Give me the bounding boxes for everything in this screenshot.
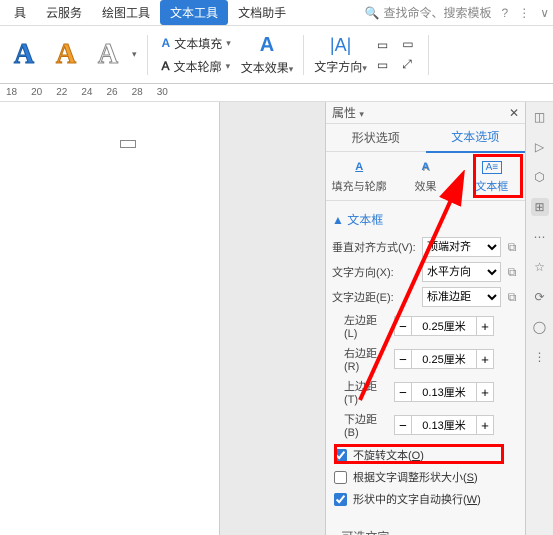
section-alt-text[interactable]: ▸ 可选文字 <box>332 524 519 535</box>
side-icon-9[interactable]: ⋮ <box>531 348 549 366</box>
chevron-icon[interactable]: ∨ <box>540 6 549 20</box>
more-icon[interactable]: ⋮ <box>518 6 530 20</box>
side-icon-4[interactable]: ⊞ <box>531 198 549 216</box>
close-icon[interactable]: ✕ <box>509 106 519 120</box>
page <box>0 102 220 535</box>
mr-minus[interactable]: − <box>394 349 412 369</box>
margin-label: 文字边距(E): <box>332 289 418 305</box>
ribbon-icon-2[interactable]: ▭ <box>373 56 392 74</box>
side-icon-7[interactable]: ⟳ <box>531 288 549 306</box>
side-icon-6[interactable]: ☆ <box>531 258 549 276</box>
tab-doc-helper[interactable]: 文档助手 <box>228 0 296 25</box>
mt-input[interactable] <box>412 382 476 402</box>
wordart-style-2[interactable]: A <box>48 33 84 77</box>
mb-input[interactable] <box>412 415 476 435</box>
ml-input[interactable] <box>412 316 476 336</box>
tab-text-options[interactable]: 文本选项 <box>426 122 526 153</box>
ml-plus[interactable]: + <box>476 316 494 336</box>
panel-title: 属性 ▾ <box>332 104 364 121</box>
margin-select[interactable]: 标准边距 <box>422 287 501 307</box>
tab-shape-options[interactable]: 形状选项 <box>326 123 426 152</box>
wordart-style-3[interactable]: A <box>90 33 126 77</box>
section-textbox[interactable]: ▲ 文本框 <box>332 207 519 232</box>
mt-plus[interactable]: + <box>476 382 494 402</box>
text-fill-button[interactable]: A文本填充▾ <box>158 33 235 54</box>
ruler: 18202224262830 <box>0 84 553 102</box>
expand-icon[interactable]: ⧉ <box>505 290 519 305</box>
text-effect-button[interactable]: A 文本效果▾ <box>241 34 294 76</box>
valign-label: 垂直对齐方式(V): <box>332 239 418 255</box>
wordart-style-1[interactable]: A <box>6 33 42 77</box>
ribbon-icon-3[interactable]: ▭ <box>398 35 417 53</box>
expand-icon[interactable]: ⧉ <box>505 240 519 255</box>
side-icon-8[interactable]: ◯ <box>531 318 549 336</box>
expand-icon[interactable]: ⧉ <box>505 265 519 280</box>
wrap-checkbox[interactable] <box>334 493 347 506</box>
tab-text-tools[interactable]: 文本工具 <box>160 0 228 25</box>
wrap-checkbox-row[interactable]: 形状中的文字自动换行(W) <box>332 488 519 510</box>
document-canvas[interactable] <box>0 102 325 535</box>
selection-handle[interactable] <box>120 140 136 148</box>
mb-label: 下边距(B) <box>332 411 390 439</box>
ribbon-icon-1[interactable]: ▭ <box>373 36 392 54</box>
tab-cloud[interactable]: 云服务 <box>36 0 92 25</box>
mt-minus[interactable]: − <box>394 382 412 402</box>
tab-drawing-tools[interactable]: 绘图工具 <box>92 0 160 25</box>
resize-shape-checkbox[interactable] <box>334 471 347 484</box>
search-icon: 🔍 <box>365 6 380 20</box>
mode-effect[interactable]: A效果 <box>392 152 458 200</box>
side-icon-1[interactable]: ◫ <box>531 108 549 126</box>
mr-plus[interactable]: + <box>476 349 494 369</box>
mr-input[interactable] <box>412 349 476 369</box>
search-placeholder: 查找命令、搜索模板 <box>384 4 492 21</box>
text-outline-button[interactable]: A文本轮廓▾ <box>158 56 235 77</box>
mode-fill-outline[interactable]: A填充与轮廓 <box>326 152 392 200</box>
mb-plus[interactable]: + <box>476 415 494 435</box>
valign-select[interactable]: 顶端对齐 <box>422 237 501 257</box>
side-icon-5[interactable]: ⋯ <box>531 228 549 246</box>
mt-label: 上边距(T) <box>332 378 390 406</box>
text-direction-button[interactable]: |A| 文字方向▾ <box>314 35 367 75</box>
tab-tools-partial[interactable]: 具 <box>4 0 36 25</box>
help-icon[interactable]: ? <box>502 6 509 20</box>
mr-label: 右边距(R) <box>332 345 390 373</box>
no-rotate-checkbox[interactable] <box>334 449 347 462</box>
ml-minus[interactable]: − <box>394 316 412 336</box>
no-rotate-checkbox-row[interactable]: 不旋转文本(O) <box>332 444 519 466</box>
search-box[interactable]: 🔍 查找命令、搜索模板 <box>365 4 492 21</box>
tdir-label: 文字方向(X): <box>332 264 418 280</box>
wordart-more[interactable]: ▾ <box>132 49 137 60</box>
tdir-select[interactable]: 水平方向 <box>422 262 501 282</box>
mode-textbox[interactable]: A≡文本框 <box>459 152 525 200</box>
side-icon-2[interactable]: ▷ <box>531 138 549 156</box>
ribbon-icon-4[interactable]: ⤢ <box>398 55 417 74</box>
side-icon-3[interactable]: ⬡ <box>531 168 549 186</box>
mb-minus[interactable]: − <box>394 415 412 435</box>
ml-label: 左边距(L) <box>332 312 390 340</box>
resize-shape-checkbox-row[interactable]: 根据文字调整形状大小(S) <box>332 466 519 488</box>
